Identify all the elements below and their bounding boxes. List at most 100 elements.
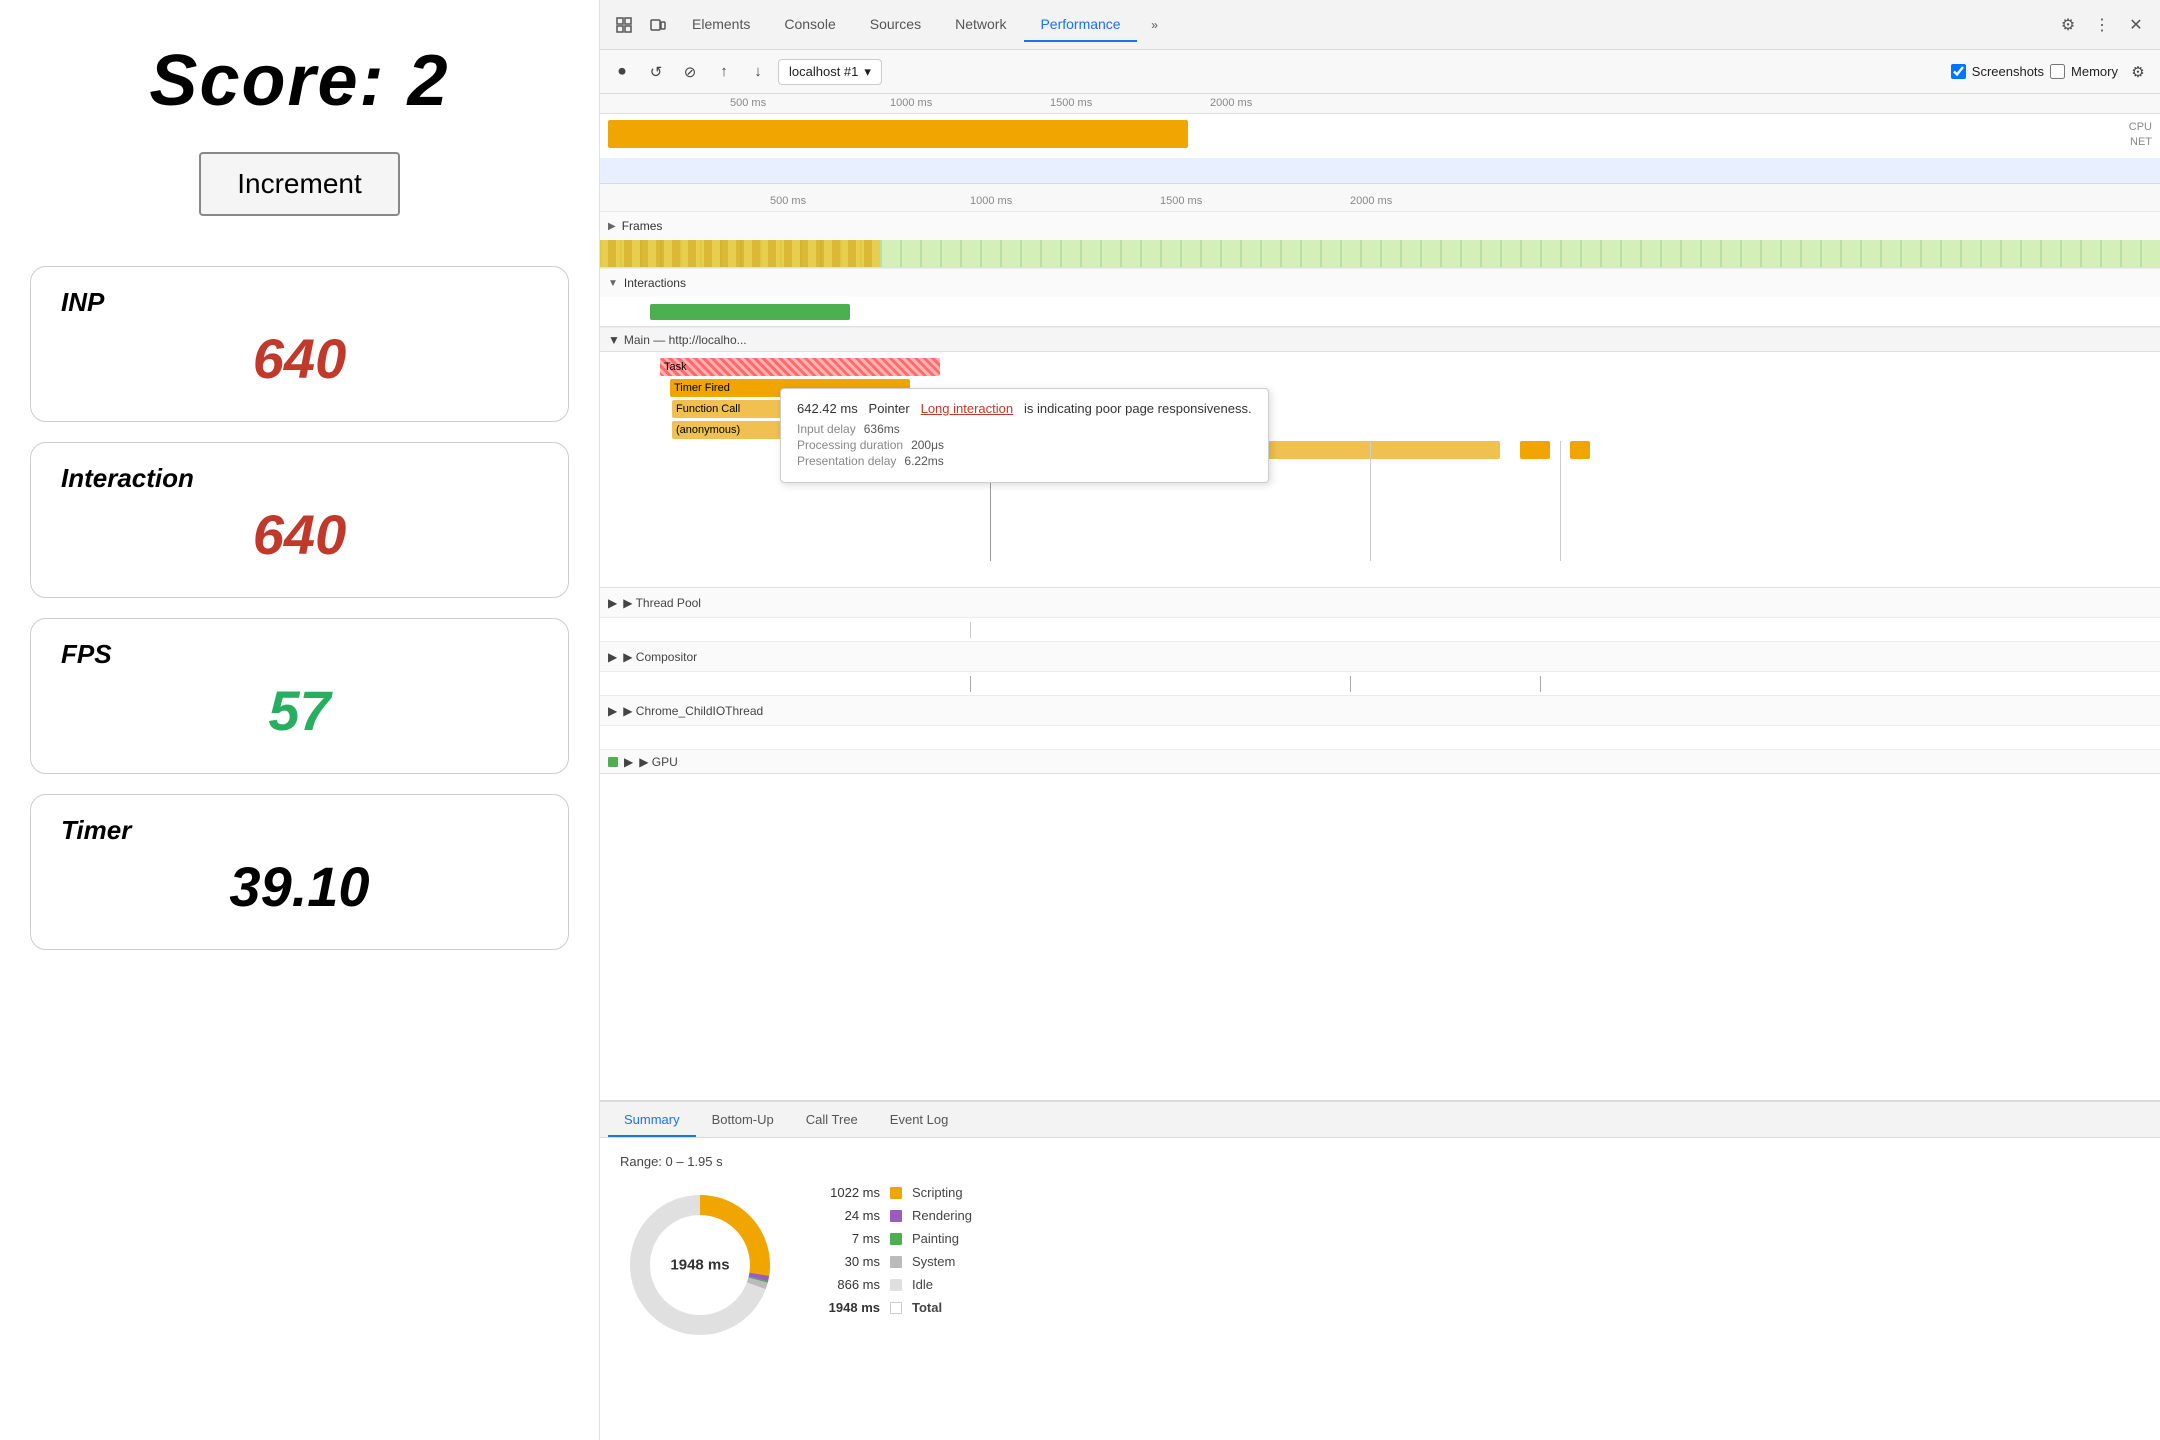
thread-pool-label: ▶ Thread Pool (623, 596, 701, 610)
task-label: Task (664, 361, 687, 373)
screenshots-label: Screenshots (1972, 64, 2044, 79)
reload-button[interactable]: ↺ (642, 58, 670, 86)
more-tabs-icon[interactable]: » (1139, 9, 1171, 41)
thread-pool-header[interactable]: ▶ ▶ Thread Pool (600, 588, 2160, 618)
tab-event-log[interactable]: Event Log (874, 1104, 965, 1137)
tab-console[interactable]: Console (768, 8, 851, 42)
interactions-label: Interactions (624, 276, 686, 290)
thread-pool-triangle-icon: ▶ (608, 596, 617, 610)
compositor-marker-2 (1350, 676, 1351, 692)
upload-button[interactable]: ↑ (710, 58, 738, 86)
summary-legend: 1022 ms Scripting 24 ms Rendering 7 ms P… (820, 1185, 972, 1315)
main-flame-section: ▼ Main — http://localho... 642.42 ms Poi… (600, 328, 2160, 588)
timeline-main[interactable]: 500 ms 1000 ms 1500 ms 2000 ms ▶ Frames … (600, 184, 2160, 1100)
download-button[interactable]: ↓ (744, 58, 772, 86)
tooltip-processing: Processing duration 200μs (797, 438, 1252, 452)
tooltip-presentation-val: 6.22ms (904, 454, 943, 468)
clear-button[interactable]: ⊘ (676, 58, 704, 86)
tab-call-tree[interactable]: Call Tree (790, 1104, 874, 1137)
total-dot-icon (890, 1302, 902, 1314)
settings-icon[interactable]: ⚙ (2052, 9, 2084, 41)
chrome-child-triangle-icon: ▶ (608, 704, 617, 718)
interaction-bar-1[interactable] (650, 304, 850, 320)
memory-checkbox[interactable] (2050, 64, 2065, 79)
painting-dot-icon (890, 1233, 902, 1245)
gpu-label: ▶ GPU (639, 755, 678, 769)
frames-yellow-bar (600, 240, 880, 267)
selection-overlay (600, 158, 2160, 184)
memory-checkbox-row: Memory (2050, 64, 2118, 79)
tooltip-input-delay-val: 636ms (864, 422, 900, 436)
gpu-header[interactable]: ▶ ▶ GPU (600, 750, 2160, 774)
rendering-dot-icon (890, 1210, 902, 1222)
devtools-panel: Elements Console Sources Network Perform… (600, 0, 2160, 1440)
tooltip-time: 642.42 ms (797, 401, 858, 416)
bottom-content: Range: 0 – 1.95 s (600, 1138, 2160, 1440)
tab-summary[interactable]: Summary (608, 1104, 696, 1137)
tooltip-input-delay: Input delay 636ms (797, 422, 1252, 436)
bottom-tabs: Summary Bottom-Up Call Tree Event Log (600, 1102, 2160, 1138)
rendering-name: Rendering (912, 1208, 972, 1223)
func-label: Function Call (676, 403, 740, 415)
ruler2-1000: 1000 ms (970, 195, 1012, 207)
record-button[interactable]: ⏺ (608, 58, 636, 86)
tab-elements[interactable]: Elements (676, 8, 766, 42)
system-name: System (912, 1254, 955, 1269)
interactions-header[interactable]: ▼ Interactions (600, 269, 2160, 297)
frames-label: Frames (622, 219, 663, 233)
gpu-triangle-icon: ▶ (624, 755, 633, 769)
total-name: Total (912, 1300, 942, 1315)
tooltip-presentation: Presentation delay 6.22ms (797, 454, 1252, 468)
screenshots-checkbox-row: Screenshots (1951, 64, 2044, 79)
device-toggle-icon[interactable] (642, 9, 674, 41)
tooltip-link[interactable]: Long interaction (921, 401, 1014, 416)
overview-ruler: 500 ms 1000 ms 1500 ms 2000 ms (600, 94, 2160, 114)
more-options-icon[interactable]: ⋮ (2086, 9, 2118, 41)
url-selector[interactable]: localhost #1 ▾ (778, 59, 882, 85)
flame-extra-3 (1570, 441, 1590, 459)
ruler-1500: 1500 ms (1050, 97, 1092, 109)
tab-network[interactable]: Network (939, 8, 1022, 42)
fps-label: FPS (61, 639, 538, 670)
tab-performance[interactable]: Performance (1024, 8, 1136, 42)
increment-button[interactable]: Increment (199, 152, 400, 216)
close-icon[interactable]: ✕ (2120, 9, 2152, 41)
performance-toolbar: ⏺ ↺ ⊘ ↑ ↓ localhost #1 ▾ Screenshots Mem… (600, 50, 2160, 94)
tooltip-presentation-label: Presentation delay (797, 454, 896, 468)
legend-scripting: 1022 ms Scripting (820, 1185, 972, 1200)
tooltip-type: Pointer (869, 401, 910, 416)
interactions-content (600, 297, 2160, 327)
ruler2-1500: 1500 ms (1160, 195, 1202, 207)
main-label: Main — http://localho... (624, 333, 747, 347)
system-dot-icon (890, 1256, 902, 1268)
inp-label: INP (61, 287, 538, 318)
score-display: Score: 2 (149, 40, 449, 122)
anon-label: (anonymous) (676, 424, 740, 436)
overview-screenshots-row (600, 158, 2160, 184)
chrome-child-header[interactable]: ▶ ▶ Chrome_ChildIOThread (600, 696, 2160, 726)
timeline-overview[interactable]: 500 ms 1000 ms 1500 ms 2000 ms CPU NET (600, 94, 2160, 184)
interactions-triangle-icon: ▼ (608, 278, 618, 289)
screenshots-checkbox[interactable] (1951, 64, 1966, 79)
total-val: 1948 ms (820, 1300, 880, 1315)
inspect-icon[interactable] (608, 9, 640, 41)
tooltip-desc: is indicating poor page responsiveness. (1024, 401, 1252, 416)
scripting-name: Scripting (912, 1185, 963, 1200)
interactions-section: ▼ Interactions (600, 269, 2160, 328)
cpu-overview-bar: CPU NET (600, 116, 2160, 156)
main-header[interactable]: ▼ Main — http://localho... (600, 328, 2160, 352)
frames-header[interactable]: ▶ Frames (600, 212, 2160, 240)
chrome-child-content (600, 726, 2160, 750)
legend-idle: 866 ms Idle (820, 1277, 972, 1292)
rendering-val: 24 ms (820, 1208, 880, 1223)
net-label: NET (2130, 136, 2152, 148)
compositor-header[interactable]: ▶ ▶ Compositor (600, 642, 2160, 672)
tab-sources[interactable]: Sources (854, 8, 937, 42)
tab-bottom-up[interactable]: Bottom-Up (696, 1104, 790, 1137)
tooltip-processing-label: Processing duration (797, 438, 903, 452)
url-text: localhost #1 (789, 64, 858, 79)
capture-settings-icon[interactable]: ⚙ (2124, 58, 2152, 86)
task-block[interactable]: Task (660, 358, 940, 376)
legend-total: 1948 ms Total (820, 1300, 972, 1315)
interaction-card: Interaction 640 (30, 442, 569, 598)
